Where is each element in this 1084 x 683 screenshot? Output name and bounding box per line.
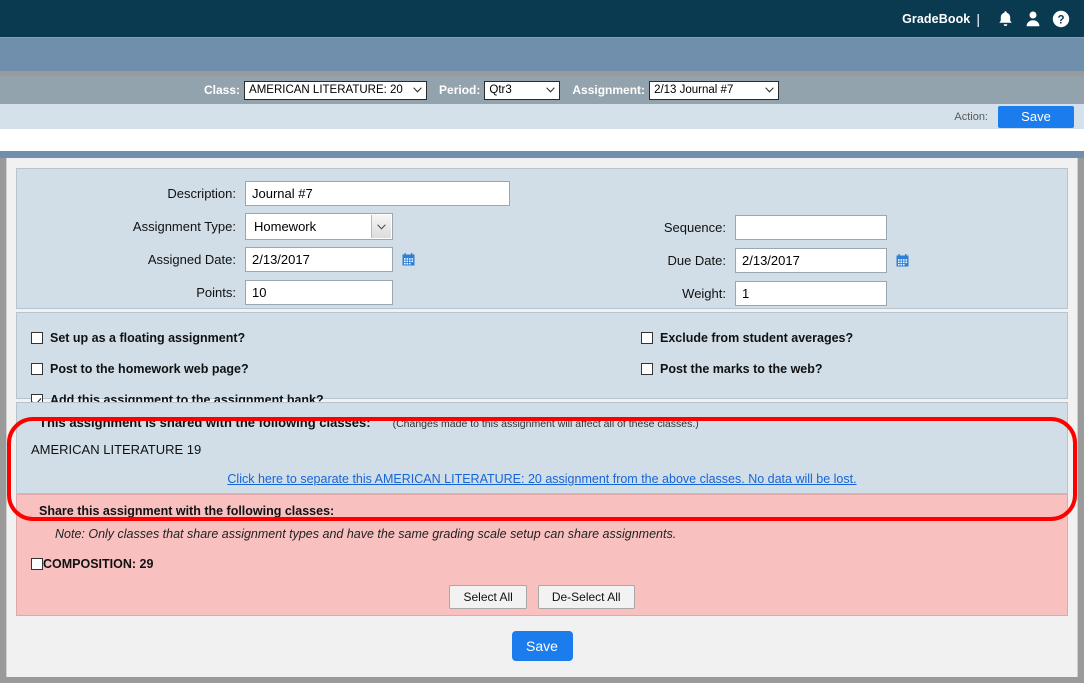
assignment-options-panel: Set up as a floating assignment? Post to… xyxy=(16,312,1068,407)
select-all-button[interactable]: Select All xyxy=(449,585,527,609)
weight-label: Weight: xyxy=(682,286,726,301)
period-selector-label: Period: xyxy=(439,83,481,97)
checkbox-share-composition-29[interactable] xyxy=(31,558,43,570)
assignment-type-row: Assignment Type: Homework xyxy=(17,210,537,243)
context-selector-bar: Class: AMERICAN LITERATURE: 20 Period: Q… xyxy=(0,76,1084,104)
brand-separator: | xyxy=(976,10,980,27)
option-post-marks-to-web[interactable]: Post the marks to the web? xyxy=(641,353,853,384)
assignment-details-panel: Description: Journal #7 Assignment Type:… xyxy=(16,168,1068,309)
description-row: Description: Journal #7 xyxy=(17,177,537,210)
class-selector-group: Class: AMERICAN LITERATURE: 20 xyxy=(204,80,428,100)
checkbox-post-marks-to-web[interactable] xyxy=(641,362,653,375)
chevron-down-icon xyxy=(765,87,774,93)
due-date-label: Due Date: xyxy=(667,253,726,268)
user-icon[interactable] xyxy=(1022,8,1044,30)
due-date-row: Due Date: 2/13/2017 xyxy=(617,244,1077,277)
sequence-input[interactable] xyxy=(735,215,887,240)
share-class-label: COMPOSITION: 29 xyxy=(43,557,154,571)
share-panel-buttons: Select All De-Select All xyxy=(17,585,1067,609)
assigned-date-label: Assigned Date: xyxy=(147,252,236,267)
period-selector-group: Period: Qtr3 xyxy=(439,80,561,100)
weight-input[interactable]: 1 xyxy=(735,281,887,306)
spacer-white xyxy=(0,129,1084,151)
chevron-down-icon xyxy=(546,87,556,93)
points-row: Points: 10 xyxy=(17,276,537,309)
period-select[interactable]: Qtr3 xyxy=(484,80,561,100)
details-right-column: Sequence: Due Date: 2/13/2017 Weight: 1 xyxy=(617,211,1077,310)
share-panel-title: Share this assignment with the following… xyxy=(39,504,335,518)
assignment-selector-label: Assignment: xyxy=(572,83,646,97)
assigned-date-input[interactable]: 2/13/2017 xyxy=(245,247,393,272)
secondary-nav-band xyxy=(0,38,1084,71)
assigned-date-row: Assigned Date: 2/13/2017 xyxy=(17,243,537,276)
class-select[interactable]: AMERICAN LITERATURE: 20 xyxy=(244,80,428,100)
app-window: GradeBook | ? Class: AMERICAN LITERATURE… xyxy=(0,0,1084,683)
class-selector-label: Class: xyxy=(204,83,241,97)
description-label: Description: xyxy=(167,186,236,201)
option-label: Post to the homework web page? xyxy=(50,361,249,376)
assignment-selector-group: Assignment: 2/13 Journal #7 xyxy=(572,80,780,100)
details-left-column: Description: Journal #7 Assignment Type:… xyxy=(17,177,537,309)
option-post-homework-web-page[interactable]: Post to the homework web page? xyxy=(31,353,324,384)
shared-classes-note: (Changes made to this assignment will af… xyxy=(392,418,699,430)
points-label: Points: xyxy=(196,285,236,300)
chevron-down-icon xyxy=(371,215,391,238)
assignment-type-select[interactable]: Homework xyxy=(245,213,393,240)
save-button-top[interactable]: Save xyxy=(998,105,1074,128)
weight-row: Weight: 1 xyxy=(617,277,1077,310)
points-input[interactable]: 10 xyxy=(245,280,393,305)
option-label: Exclude from student averages? xyxy=(660,330,854,345)
checkbox-floating-assignment[interactable] xyxy=(31,331,43,344)
period-select-value: Qtr3 xyxy=(489,84,512,96)
calendar-icon[interactable] xyxy=(402,253,415,266)
shared-classes-panel: This assignment is shared with the follo… xyxy=(16,402,1068,494)
save-button-bottom[interactable]: Save xyxy=(511,631,573,661)
help-icon[interactable]: ? xyxy=(1050,8,1072,30)
sequence-label: Sequence: xyxy=(663,220,726,235)
shared-class-item: AMERICAN LITERATURE 19 xyxy=(31,442,202,457)
app-brand-title: GradeBook xyxy=(902,11,971,26)
action-label: Action: xyxy=(954,110,988,123)
separate-link-container: Click here to separate this AMERICAN LIT… xyxy=(17,470,1067,488)
description-input[interactable]: Journal #7 xyxy=(245,181,510,206)
main-content: Description: Journal #7 Assignment Type:… xyxy=(6,158,1078,677)
class-select-value: AMERICAN LITERATURE: 20 xyxy=(249,84,403,96)
share-panel-note: Note: Only classes that share assignment… xyxy=(55,527,677,541)
assignment-select-value: 2/13 Journal #7 xyxy=(654,84,734,96)
section-divider-rule xyxy=(0,151,1084,158)
sequence-row: Sequence: xyxy=(617,211,1077,244)
footer-actions: Save xyxy=(16,631,1068,661)
shared-classes-header: This assignment is shared with the follo… xyxy=(17,415,1067,430)
option-label: Set up as a floating assignment? xyxy=(50,330,246,345)
assignment-type-label: Assignment Type: xyxy=(132,219,236,234)
checkbox-post-homework-web-page[interactable] xyxy=(31,362,43,375)
checkbox-exclude-from-averages[interactable] xyxy=(641,331,653,344)
share-class-row[interactable]: COMPOSITION: 29 xyxy=(17,557,1067,571)
chevron-down-icon xyxy=(413,87,422,93)
top-navigation-bar: GradeBook | ? xyxy=(0,0,1084,37)
svg-text:?: ? xyxy=(1057,14,1064,26)
calendar-icon[interactable] xyxy=(896,254,909,267)
shared-classes-title: This assignment is shared with the follo… xyxy=(39,415,371,430)
bell-icon[interactable] xyxy=(994,8,1016,30)
option-floating-assignment[interactable]: Set up as a floating assignment? xyxy=(31,322,324,353)
assignment-type-value: Homework xyxy=(254,219,317,234)
assignment-select[interactable]: 2/13 Journal #7 xyxy=(649,80,780,100)
option-label: Post the marks to the web? xyxy=(660,361,823,376)
share-assignment-panel: Share this assignment with the following… xyxy=(16,494,1068,616)
separate-assignment-link[interactable]: Click here to separate this AMERICAN LIT… xyxy=(227,472,856,486)
deselect-all-button[interactable]: De-Select All xyxy=(537,585,635,609)
due-date-input[interactable]: 2/13/2017 xyxy=(735,248,887,273)
option-exclude-from-averages[interactable]: Exclude from student averages? xyxy=(641,322,853,353)
options-right-column: Exclude from student averages? Post the … xyxy=(641,322,853,384)
action-bar: Action: Save xyxy=(0,104,1084,129)
